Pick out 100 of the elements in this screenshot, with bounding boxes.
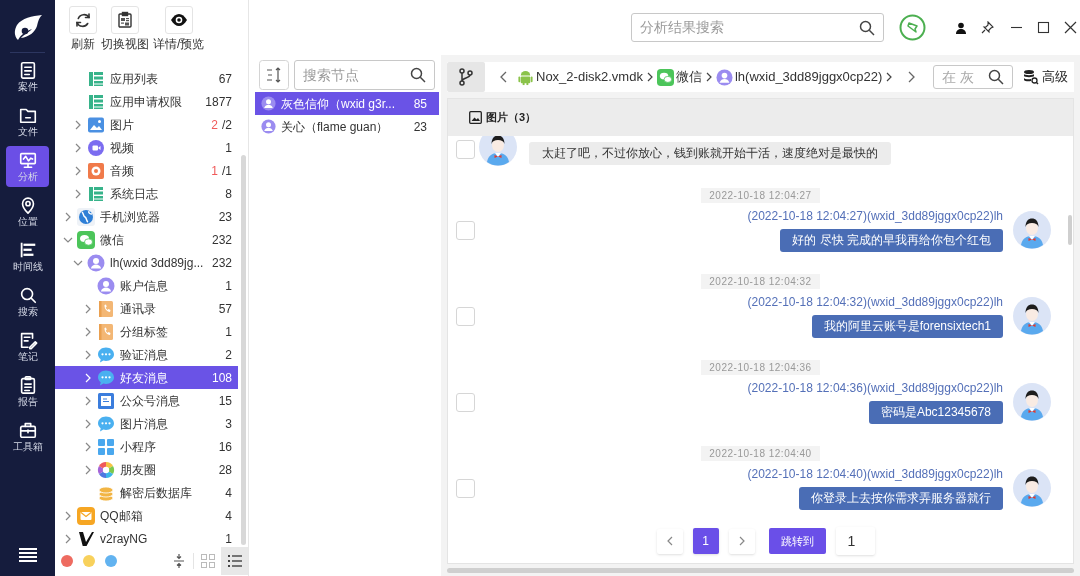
contact-row[interactable]: 灰色信仰（wxid g3r... 85 <box>255 92 439 115</box>
item-count: /2 <box>222 116 232 134</box>
tree-item-label: 视频 <box>110 139 135 157</box>
tree-row[interactable]: 手机浏览器 23 <box>55 205 238 228</box>
tree-item-label: 系统日志 <box>110 185 159 203</box>
nav-item[interactable]: 位置 <box>6 191 49 232</box>
item-count: 4 <box>225 507 232 525</box>
nav-item[interactable]: 工具箱 <box>6 416 49 457</box>
timestamp: 2022-10-18 12:04:32 <box>701 274 820 289</box>
breadcrumb-link[interactable]: 微信 <box>656 67 702 87</box>
sender-line: (2022-10-18 12:04:40)(wxid_3dd89jggx0cp22)lh <box>747 466 1003 482</box>
item-count: 1 <box>225 323 232 341</box>
tree-row[interactable]: lh(wxid 3dd89jg... 232 <box>55 251 238 274</box>
tree-row[interactable]: 验证消息 2 <box>55 343 238 366</box>
nav-item[interactable]: 文件 <box>6 101 49 142</box>
tree-item-label: 验证消息 <box>120 346 169 364</box>
message-bubble: 我的阿里云账号是forensixtech1 <box>811 315 1003 338</box>
tree-item-label: 朋友圈 <box>120 461 157 479</box>
timestamp: 2022-10-18 12:04:40 <box>701 446 820 461</box>
nav-item[interactable]: 案件 <box>6 56 49 97</box>
tree-row[interactable]: 账户信息 1 <box>55 274 238 297</box>
tree-item-label: lh(wxid 3dd89jg... <box>110 254 205 272</box>
advanced-button[interactable]: 高级 <box>1023 67 1068 87</box>
message-bubble: 好的 尽快 完成的早我再给你包个红包 <box>780 229 1003 252</box>
tree-row[interactable]: QQ邮箱 4 <box>55 504 238 527</box>
toolbar-button[interactable]: 切换视图 <box>101 6 149 51</box>
toolbar-button[interactable]: 详情/预览 <box>153 6 205 51</box>
tree-row[interactable]: 音频 1 /1 <box>55 159 238 182</box>
sender-line: (2022-10-18 12:04:27)(wxid_3dd89jggx0cp22)lh <box>747 208 1003 224</box>
message-bubble: 密码是Abc12345678 <box>868 401 1003 424</box>
timestamp: 2022-10-18 12:04:36 <box>701 360 820 375</box>
tree-item-label: 应用列表 <box>110 70 159 88</box>
message-bubble: 太赶了吧，不过你放心，钱到账就开始干活，速度绝对是最快的 <box>529 142 891 165</box>
item-count: 232 <box>211 231 232 249</box>
tree-row[interactable]: 微信 232 <box>55 228 238 251</box>
unread-count: 2 <box>211 116 218 134</box>
tree-item-label: 音频 <box>110 162 135 180</box>
tree-item-label: 账户信息 <box>120 277 169 295</box>
tree-item-label: 应用申请权限 <box>110 93 183 111</box>
tree-item-label: 公众号消息 <box>120 392 181 410</box>
nav-item[interactable]: 时间线 <box>6 236 49 277</box>
item-count: 23 <box>413 118 427 136</box>
item-count: 85 <box>413 95 427 113</box>
tree-row[interactable]: 应用申请权限 1877 <box>55 90 238 113</box>
tree-item-label: 微信 <box>100 231 125 249</box>
unread-count: 1 <box>211 162 218 180</box>
tree-item-label: 解密后数据库 <box>120 484 193 502</box>
tree-row[interactable]: v2rayNG 1 <box>55 527 238 546</box>
item-count: 57 <box>218 300 232 318</box>
tree-row[interactable]: 分组标签 1 <box>55 320 238 343</box>
tree-item-label: 通讯录 <box>120 300 157 318</box>
contact-name: 灰色信仰（wxid g3r... <box>281 95 397 113</box>
item-count: 16 <box>218 438 232 456</box>
item-count: 4 <box>225 484 232 502</box>
message-bubble: 你登录上去按你需求弄服务器就行 <box>799 487 1003 510</box>
timestamp: 2022-10-18 12:04:27 <box>701 188 820 203</box>
nav-item[interactable]: 笔记 <box>6 326 49 367</box>
item-count: 3 <box>225 415 232 433</box>
tree-item-label: 分组标签 <box>120 323 169 341</box>
item-count: /1 <box>222 162 232 180</box>
tree-item-label: 手机浏览器 <box>100 208 161 226</box>
tree-row[interactable]: 公众号消息 15 <box>55 389 238 412</box>
contact-name: 关心（flame guan） <box>281 118 390 136</box>
tree-item-label: 图片 <box>110 116 135 134</box>
item-count: 1 <box>225 277 232 295</box>
tree-item-label: 小程序 <box>120 438 157 456</box>
jump-button[interactable]: 跳转到 <box>768 528 826 554</box>
tree-row[interactable]: 通讯录 57 <box>55 297 238 320</box>
tree-row[interactable]: 图片 2 /2 <box>55 113 238 136</box>
tree-row[interactable]: 小程序 16 <box>55 435 238 458</box>
page-input[interactable]: 1 <box>835 527 875 555</box>
tree-row[interactable]: 系统日志 8 <box>55 182 238 205</box>
sender-line: (2022-10-18 12:04:32)(wxid_3dd89jggx0cp22)lh <box>747 294 1003 310</box>
item-count: 8 <box>225 185 232 203</box>
item-count: 1 <box>225 530 232 546</box>
tree-row[interactable]: 应用列表 67 <box>55 67 238 90</box>
nav-item[interactable]: 搜索 <box>6 281 49 322</box>
section-title: 图片（3） <box>469 109 537 126</box>
item-count: 1 <box>225 139 232 157</box>
item-count: 2 <box>225 346 232 364</box>
tree-item-label: 好友消息 <box>120 369 169 387</box>
item-count: 28 <box>218 461 232 479</box>
breadcrumb-link[interactable]: Nox_2-disk2.vmdk <box>517 67 643 87</box>
item-count: 15 <box>218 392 232 410</box>
tree-item-label: 图片消息 <box>120 415 169 433</box>
contact-row[interactable]: 关心（flame guan） 23 <box>255 115 439 138</box>
tree-row[interactable]: 视频 1 <box>55 136 238 159</box>
tree-row[interactable]: 好友消息 108 <box>55 366 238 389</box>
tree-row[interactable]: 解密后数据库 4 <box>55 481 238 504</box>
tree-row[interactable]: 朋友圈 28 <box>55 458 238 481</box>
nav-item[interactable]: 报告 <box>6 371 49 412</box>
item-count: 23 <box>218 208 232 226</box>
page-button[interactable]: 1 <box>692 528 719 554</box>
breadcrumb-link[interactable]: lh(wxid_3dd89jggx0cp22) <box>715 67 883 87</box>
tree-item-label: v2rayNG <box>100 530 149 546</box>
tree-row[interactable]: 图片消息 3 <box>55 412 238 435</box>
nav-item[interactable]: 分析 <box>6 146 49 187</box>
item-count: 67 <box>218 70 232 88</box>
tree-item-label: QQ邮箱 <box>100 507 144 525</box>
item-count: 1877 <box>205 93 232 111</box>
